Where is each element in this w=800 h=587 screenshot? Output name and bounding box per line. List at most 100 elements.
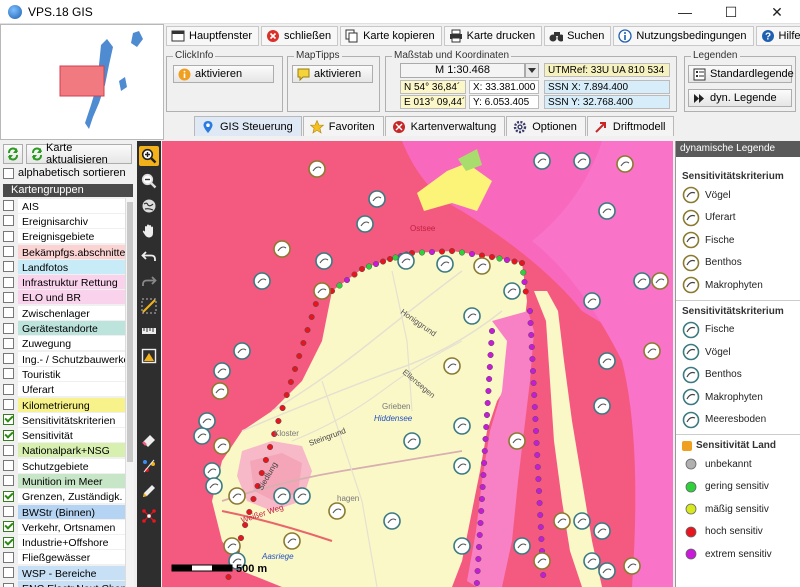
tab-kartenverwaltung[interactable]: Kartenverwaltung	[384, 116, 506, 136]
layer-row[interactable]: Ing.- / Schutzbauwerke	[3, 351, 133, 366]
layer-checkbox[interactable]	[3, 506, 14, 518]
layer-row[interactable]: Fließgewässer	[3, 550, 133, 565]
layer-checkbox[interactable]	[3, 582, 14, 587]
clickinfo-activate-button[interactable]: aktivieren	[173, 65, 274, 83]
layer-row[interactable]: Schutzgebiete	[3, 458, 133, 473]
hilfe-button[interactable]: ? Hilfe!	[755, 26, 800, 46]
layer-row[interactable]: Gerätestandorte	[3, 320, 133, 336]
dyn-legende-button[interactable]: dyn. Legende	[688, 89, 792, 107]
layer-checkbox[interactable]	[3, 399, 14, 410]
maximize-button[interactable]: ☐	[708, 0, 754, 24]
layer-row[interactable]: Sensitivität	[3, 427, 133, 443]
schliessen-button[interactable]: schließen	[260, 26, 339, 46]
map-canvas[interactable]: Ostsee Honiggrund Ellensegen Grieben Hid…	[162, 141, 673, 587]
layer-row[interactable]: Industrie+Offshore	[3, 535, 133, 550]
layer-checkbox[interactable]	[3, 307, 14, 319]
coast-sensitivity-dot	[538, 535, 545, 543]
layer-checkbox[interactable]	[3, 536, 14, 548]
layer-checkbox[interactable]	[3, 567, 14, 579]
swap-button[interactable]	[3, 144, 23, 164]
back-tool[interactable]	[139, 246, 159, 266]
layer-row[interactable]: AIS	[3, 198, 133, 213]
layer-row[interactable]: ELO und BR	[3, 290, 133, 305]
layer-row[interactable]: Zwischenlager	[3, 305, 133, 320]
scale-display[interactable]: M 1:30.468	[400, 63, 525, 78]
pencil-tool[interactable]	[139, 481, 159, 501]
coast-sensitivity-dot	[300, 339, 307, 347]
layer-row[interactable]: Bekämpfgs.abschnitte	[3, 244, 133, 259]
maptipps-activate-button[interactable]: aktivieren	[292, 65, 373, 83]
layer-checkbox[interactable]	[3, 460, 14, 472]
layer-checkbox[interactable]	[3, 414, 14, 426]
layer-checkbox[interactable]	[3, 337, 14, 349]
nutzungsbedingungen-button[interactable]: Nutzungsbedingungen	[613, 26, 754, 46]
draw-points-tool[interactable]	[139, 456, 159, 476]
karte-aktualisieren-button[interactable]: Karte aktualisieren	[26, 142, 132, 166]
layer-checkbox[interactable]	[3, 353, 14, 365]
karte-drucken-button[interactable]: Karte drucken	[443, 26, 543, 46]
checkbox[interactable]	[3, 167, 14, 179]
layer-row[interactable]: Sensitivitätskriterien	[3, 412, 133, 427]
standardlegende-button[interactable]: Standardlegende	[688, 65, 794, 83]
distance-tool[interactable]	[139, 296, 159, 316]
tab-optionen[interactable]: Optionen	[506, 116, 586, 136]
layer-row[interactable]: Infrastruktur Rettung	[3, 274, 133, 290]
layer-row[interactable]: Nationalpark+NSG	[3, 443, 133, 458]
layer-row[interactable]: Verkehr, Ortsnamen	[3, 519, 133, 534]
karte-kopieren-button[interactable]: Karte kopieren	[340, 26, 442, 46]
hauptfenster-button[interactable]: Hauptfenster	[166, 26, 259, 46]
help-icon: ?	[761, 29, 775, 43]
tab-driftmodell[interactable]: Driftmodell	[586, 116, 675, 136]
sort-alphabetically-checkbox[interactable]: alphabetisch sortieren	[3, 167, 126, 179]
full-extent-tool[interactable]	[139, 196, 159, 216]
eraser-tool[interactable]	[139, 431, 159, 451]
layer-list-scrollbar[interactable]	[125, 198, 134, 587]
layer-checkbox[interactable]	[3, 276, 14, 288]
layer-checkbox[interactable]	[3, 521, 14, 533]
suchen-button[interactable]: Suchen	[544, 26, 612, 46]
layer-row[interactable]: BWStr (Binnen)	[3, 504, 133, 519]
layer-row[interactable]: WSP - Bereiche	[3, 565, 133, 580]
layer-row[interactable]: Kilometrierung	[3, 397, 133, 412]
sensitivity-criterion-icon	[315, 252, 333, 270]
forward-tool[interactable]	[139, 271, 159, 291]
layer-checkbox[interactable]	[3, 429, 14, 441]
layer-checkbox[interactable]	[3, 215, 14, 227]
layer-checkbox[interactable]	[3, 200, 14, 212]
layer-row[interactable]: Touristik	[3, 366, 133, 381]
layer-checkbox[interactable]	[3, 475, 14, 487]
layer-checkbox[interactable]	[3, 291, 14, 303]
network-tool[interactable]	[139, 506, 159, 526]
layer-row[interactable]: Ereignisgebiete	[3, 229, 133, 244]
close-window-button[interactable]: ✕	[754, 0, 800, 24]
minimize-button[interactable]: —	[662, 0, 708, 24]
layer-checkbox[interactable]	[3, 230, 14, 242]
layer-row[interactable]: Landfotos	[3, 259, 133, 274]
zoom-out-tool[interactable]	[139, 171, 159, 191]
layer-checkbox[interactable]	[3, 246, 14, 258]
warning-icon	[682, 440, 692, 451]
layer-checkbox[interactable]	[3, 551, 14, 563]
layer-row[interactable]: Uferart	[3, 382, 133, 397]
tab-gis-steuerung[interactable]: GIS Steuerung	[194, 116, 302, 136]
layer-checkbox[interactable]	[3, 322, 14, 334]
layer-checkbox[interactable]	[3, 383, 14, 395]
scrollbar-thumb[interactable]	[127, 202, 133, 462]
scale-dropdown-button[interactable]	[525, 63, 539, 78]
layer-checkbox[interactable]	[3, 261, 14, 273]
overview-map[interactable]	[0, 24, 164, 140]
layer-row[interactable]: Ereignisarchiv	[3, 213, 133, 228]
sensitivity-criterion-icon	[211, 382, 229, 400]
tab-favoriten[interactable]: Favoriten	[302, 116, 384, 136]
pan-tool[interactable]	[139, 221, 159, 241]
layer-row[interactable]: Zuwegung	[3, 336, 133, 351]
layer-row[interactable]: Munition im Meer	[3, 473, 133, 488]
layer-row[interactable]: ENC Electr.Naut.Charts	[3, 580, 133, 587]
zoom-in-tool[interactable]	[139, 146, 159, 166]
area-tool[interactable]	[139, 346, 159, 366]
layer-checkbox[interactable]	[3, 444, 14, 456]
layer-checkbox[interactable]	[3, 490, 14, 502]
layer-checkbox[interactable]	[3, 368, 14, 380]
measure-tool[interactable]	[139, 321, 159, 341]
layer-row[interactable]: Grenzen, Zuständigk.	[3, 489, 133, 504]
